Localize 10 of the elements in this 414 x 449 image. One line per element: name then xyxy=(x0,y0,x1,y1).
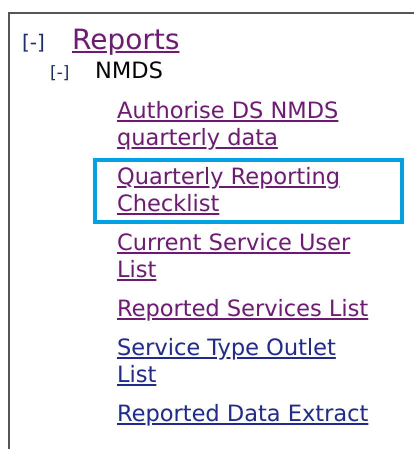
report-link[interactable]: Reported Data Extract xyxy=(117,401,368,428)
tree-link[interactable]: Reports xyxy=(72,24,180,56)
report-link[interactable]: Reported Services List xyxy=(117,296,368,323)
tree-folder-label[interactable]: NMDS xyxy=(95,56,163,86)
report-link[interactable]: Quarterly Reporting Checklist xyxy=(117,164,379,218)
report-link[interactable]: Service Type Outlet List xyxy=(117,335,379,389)
collapse-toggle[interactable]: [-] xyxy=(22,30,72,54)
collapse-toggle[interactable]: [-] xyxy=(50,63,95,83)
report-link[interactable]: Authorise DS NMDS quarterly data xyxy=(117,98,379,152)
report-link[interactable]: Current Service User List xyxy=(117,230,379,284)
